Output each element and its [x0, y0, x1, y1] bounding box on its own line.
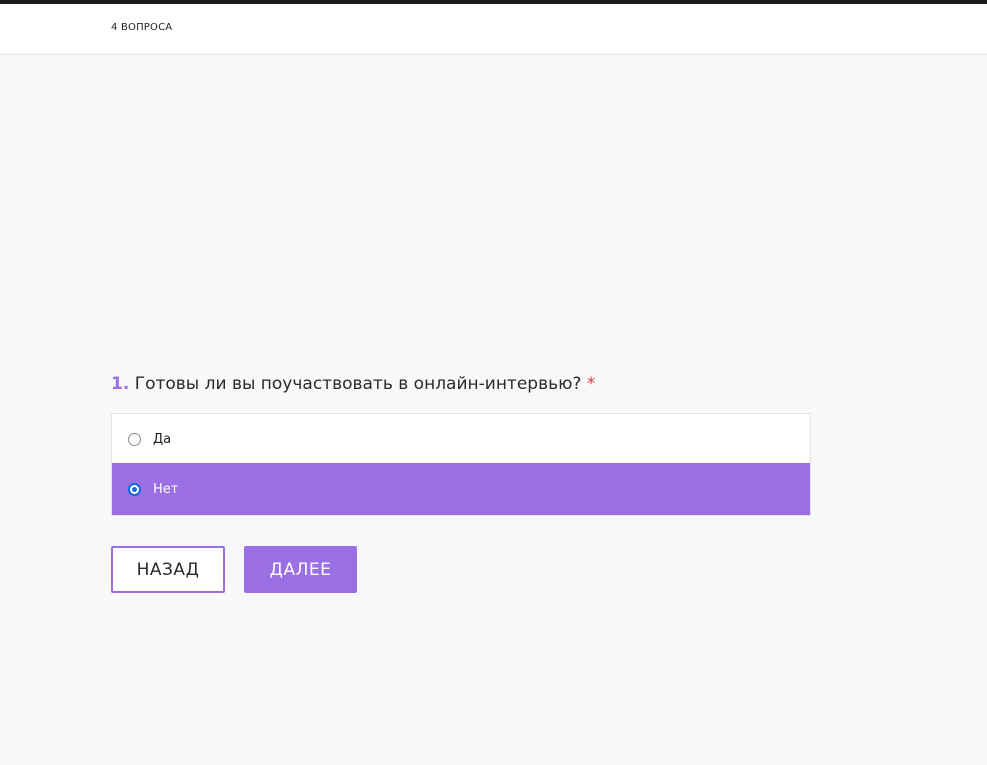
required-mark: *: [586, 374, 596, 394]
option-da[interactable]: Да: [112, 414, 810, 464]
question-number: 1.: [111, 374, 130, 394]
header-bar: 4 ВОПРОСА: [0, 4, 987, 55]
question-count: 4 ВОПРОСА: [111, 22, 173, 33]
question-text: Готовы ли вы поучаствовать в онлайн-инте…: [134, 374, 582, 394]
next-button[interactable]: ДАЛЕЕ: [244, 546, 357, 593]
option-label: Нет: [153, 481, 179, 497]
radio-button-checked[interactable]: [128, 482, 141, 496]
radio-button-unchecked[interactable]: [128, 432, 141, 446]
option-net[interactable]: Нет: [112, 463, 810, 515]
answer-options: Да Нет: [111, 413, 811, 516]
back-button[interactable]: НАЗАД: [111, 546, 225, 593]
question-title: 1. Готовы ли вы поучаствовать в онлайн-и…: [111, 374, 595, 394]
option-label: Да: [153, 431, 172, 447]
